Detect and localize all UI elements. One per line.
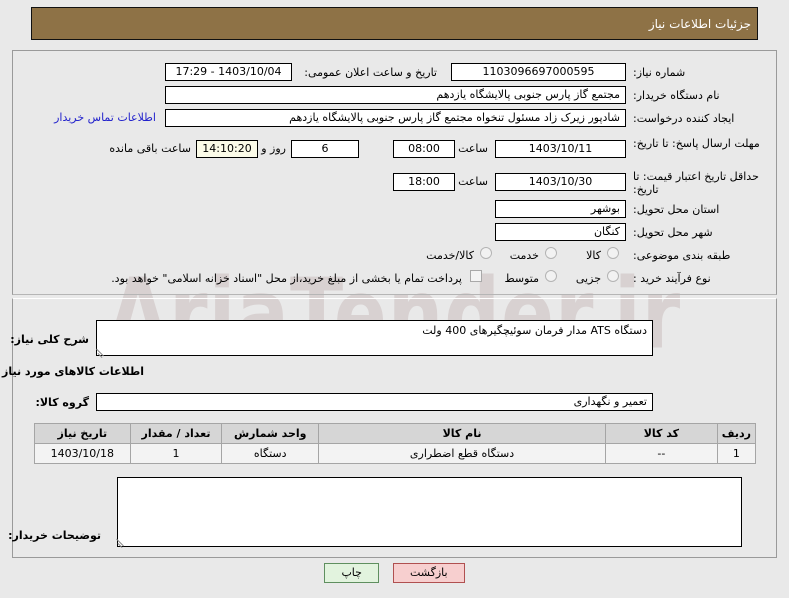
goods-section-heading: اطلاعات کالاهای مورد نیاز [2, 365, 144, 378]
province-label: استان محل تحویل: [633, 203, 720, 216]
cell-code: -- [604, 443, 718, 464]
buyer-notes-value[interactable] [117, 477, 742, 547]
col-header-unit: واحد شمارش [221, 423, 320, 444]
radio-category-khedmat[interactable] [545, 247, 557, 259]
treasury-docs-checkbox[interactable] [470, 270, 482, 282]
col-header-name: نام کالا [318, 423, 606, 444]
purchase-type-label: نوع فرآیند خرید : [633, 272, 711, 285]
response-deadline-time: 08:00 [393, 140, 455, 158]
cell-qty: 1 [129, 443, 223, 464]
remaining-time-label: ساعت باقی مانده [109, 142, 191, 155]
announce-datetime-label: تاریخ و ساعت اعلان عمومی: [304, 66, 437, 79]
table-row: 1 -- دستگاه قطع اضطراری دستگاه 1 1403/10… [34, 443, 757, 464]
response-deadline-date: 1403/10/11 [495, 140, 626, 158]
footer-button-bar: بازگشت چاپ [0, 563, 789, 583]
requester-value: شادپور زیرک زاد مسئول تنخواه مجتمع گاز پ… [165, 109, 626, 127]
radio-purchase-jozee[interactable] [607, 270, 619, 282]
cell-row: 1 [716, 443, 757, 464]
city-value: کنگان [495, 223, 626, 241]
col-header-need-date: تاریخ نیاز [34, 423, 131, 444]
buyer-contact-link[interactable]: اطلاعات تماس خریدار [54, 109, 156, 127]
print-button[interactable]: چاپ [324, 563, 379, 583]
hour-label-1: ساعت [458, 142, 488, 155]
announce-datetime-value: 1403/10/04 - 17:29 [165, 63, 292, 81]
page-header: جزئیات اطلاعات نیاز [31, 7, 758, 40]
buyer-org-label: نام دستگاه خریدار: [633, 89, 720, 102]
remaining-days-value: 6 [291, 140, 359, 158]
radio-category-kala[interactable] [607, 247, 619, 259]
page-title: جزئیات اطلاعات نیاز [648, 16, 751, 31]
hour-label-2: ساعت [458, 175, 488, 188]
radio-category-khedmat-label: خدمت [509, 249, 539, 262]
need-desc-label: شرح کلی نیاز: [10, 333, 89, 346]
radio-category-kala-label: کالا [586, 249, 601, 262]
price-validity-time: 18:00 [393, 173, 455, 191]
city-label: شهر محل تحویل: [633, 226, 713, 239]
need-number-label: شماره نیاز: [633, 66, 686, 79]
cell-name: دستگاه قطع اضطراری [318, 443, 606, 464]
items-table-header-row: ردیف کد کالا نام کالا واحد شمارش تعداد /… [34, 423, 757, 444]
col-header-qty: تعداد / مقدار [129, 423, 223, 444]
back-button[interactable]: بازگشت [392, 563, 465, 583]
need-number-value: 1103096697000595 [451, 63, 626, 81]
category-label: طبقه بندی موضوعی: [633, 249, 731, 262]
remaining-days-label: روز و [261, 142, 286, 155]
radio-purchase-jozee-label: جزیی [575, 272, 601, 285]
treasury-docs-label: پرداخت تمام یا بخشی از مبلغ خرید،از محل … [111, 272, 462, 285]
buyer-notes-label: توضیحات خریدار: [8, 529, 101, 542]
response-deadline-label: مهلت ارسال پاسخ: تا تاریخ: [633, 137, 760, 150]
cell-need-date: 1403/10/18 [34, 443, 131, 464]
radio-purchase-motevaset[interactable] [545, 270, 557, 282]
remaining-time-value: 14:10:20 [196, 140, 258, 158]
radio-purchase-motevaset-label: متوسط [504, 272, 539, 285]
items-table: ردیف کد کالا نام کالا واحد شمارش تعداد /… [34, 423, 757, 464]
price-validity-label: حداقل تاریخ اعتبار قیمت: تا تاریخ: [633, 170, 759, 196]
radio-category-kala-khedmat-label: کالا/خدمت [426, 249, 474, 262]
cell-unit: دستگاه [221, 443, 320, 464]
need-desc-value[interactable]: دستگاه ATS مدار فرمان سوئیچگیرهای 400 ول… [96, 320, 653, 356]
goods-group-value: تعمیر و نگهداری [96, 393, 653, 411]
goods-group-label: گروه کالا: [35, 396, 89, 409]
col-header-code: کد کالا [604, 423, 718, 444]
price-validity-date: 1403/10/30 [495, 173, 626, 191]
page-root: AriaTender.ir جزئیات اطلاعات نیاز شماره … [0, 0, 789, 598]
buyer-org-value: مجتمع گاز پارس جنوبی پالایشگاه یازدهم [165, 86, 626, 104]
radio-category-kala-khedmat[interactable] [480, 247, 492, 259]
col-header-row: ردیف [716, 423, 757, 444]
province-value: بوشهر [495, 200, 626, 218]
requester-label: ایجاد کننده درخواست: [633, 112, 735, 125]
